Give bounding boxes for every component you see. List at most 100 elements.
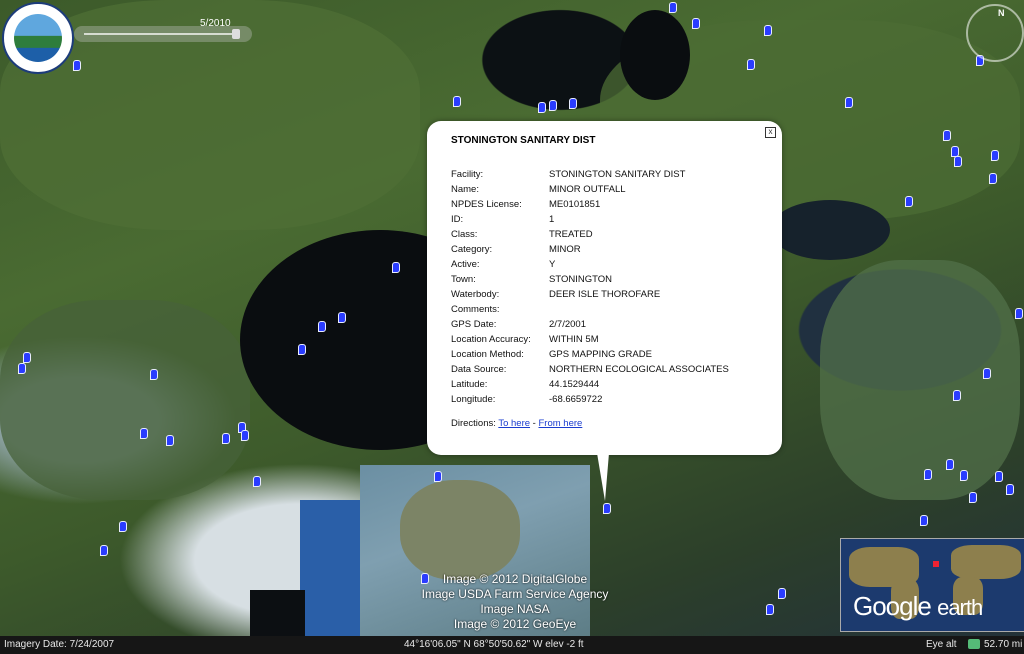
facility-marker-selected[interactable] — [603, 503, 611, 514]
facility-marker[interactable] — [991, 150, 999, 161]
info-field-label: Active: — [451, 259, 480, 270]
info-field-value: WITHIN 5M — [549, 334, 599, 345]
info-field-value: -68.6659722 — [549, 394, 603, 405]
facility-marker[interactable] — [969, 492, 977, 503]
info-row: ID: 1 — [451, 212, 729, 227]
imagery-tile-blue — [300, 500, 360, 636]
info-field-label: Category: — [451, 244, 493, 255]
facility-marker[interactable] — [946, 459, 954, 470]
credit-line: Image © 2012 GeoEye — [453, 617, 577, 631]
facility-marker[interactable] — [778, 588, 786, 599]
info-field-value: ME0101851 — [549, 199, 601, 210]
facility-marker[interactable] — [747, 59, 755, 70]
google-earth-logo-earth: earth — [937, 595, 983, 620]
info-field-label: NPDES License: — [451, 199, 522, 210]
navigation-compass[interactable]: N — [966, 4, 1024, 62]
facility-marker[interactable] — [995, 471, 1003, 482]
facility-marker[interactable] — [989, 173, 997, 184]
directions-separator: - — [532, 418, 536, 429]
facility-marker[interactable] — [764, 25, 772, 36]
facility-marker[interactable] — [150, 369, 158, 380]
directions-from-here-link[interactable]: From here — [538, 418, 582, 429]
info-row: Active: Y — [451, 257, 729, 272]
eye-alt-value: 52.70 mi — [984, 639, 1023, 650]
facility-marker[interactable] — [140, 428, 148, 439]
time-slider-date: 5/2010 — [200, 18, 231, 29]
status-bar: Imagery Date: 7/24/2007 44°16'06.05" N 6… — [0, 636, 1024, 654]
facility-marker[interactable] — [298, 344, 306, 355]
pointer-coordinates: 44°16'06.05" N 68°50'50.62" W elev -2 ft — [404, 639, 584, 650]
info-field-value — [549, 302, 729, 317]
facility-marker[interactable] — [100, 545, 108, 556]
info-field-label: Latitude: — [451, 379, 488, 390]
facility-marker[interactable] — [18, 363, 26, 374]
facility-marker[interactable] — [166, 435, 174, 446]
facility-marker[interactable] — [549, 100, 557, 111]
info-balloon: x STONINGTON SANITARY DIST Facility: STON… — [427, 121, 782, 455]
facility-marker[interactable] — [920, 515, 928, 526]
terrain-patch — [820, 260, 1020, 500]
info-field-value: Y — [549, 259, 556, 270]
time-slider-track[interactable] — [84, 33, 236, 35]
facility-marker[interactable] — [1006, 484, 1014, 495]
facility-marker[interactable] — [924, 469, 932, 480]
facility-marker[interactable] — [23, 352, 31, 363]
compass-north-icon[interactable]: N — [998, 8, 1005, 18]
info-field-value: NORTHERN ECOLOGICAL ASSOCIATES — [549, 364, 729, 375]
facility-marker[interactable] — [392, 262, 400, 273]
info-field-label: Waterbody: — [451, 289, 500, 300]
info-field-label: GPS Date: — [451, 319, 497, 330]
facility-marker[interactable] — [766, 604, 774, 615]
facility-marker[interactable] — [119, 521, 127, 532]
facility-marker[interactable] — [253, 476, 261, 487]
overview-map[interactable]: Google earth — [840, 538, 1024, 632]
directions-row: Directions: To here - From here — [451, 418, 582, 429]
facility-marker[interactable] — [905, 196, 913, 207]
info-field-value: STONINGTON — [549, 274, 612, 285]
facility-marker[interactable] — [318, 321, 326, 332]
facility-marker[interactable] — [434, 471, 442, 482]
maine-dep-logo — [2, 2, 74, 74]
facility-marker[interactable] — [453, 96, 461, 107]
facility-marker[interactable] — [960, 470, 968, 481]
info-row: Data Source: NORTHERN ECOLOGICAL ASSOCIAT… — [451, 362, 729, 377]
facility-marker[interactable] — [983, 368, 991, 379]
info-field-label: Comments: — [451, 304, 500, 315]
water-area — [620, 10, 690, 100]
facility-marker[interactable] — [73, 60, 81, 71]
facility-marker[interactable] — [954, 156, 962, 167]
info-row: Category: MINOR — [451, 242, 729, 257]
info-field-value: GPS MAPPING GRADE — [549, 349, 652, 360]
info-field-value: TREATED — [549, 229, 593, 240]
overview-location-icon — [933, 561, 939, 567]
imagery-tile-dark — [250, 590, 305, 636]
imagery-credits: Image © 2012 DigitalGlobe Image USDA Far… — [410, 572, 620, 632]
facility-marker[interactable] — [692, 18, 700, 29]
info-row: Name: MINOR OUTFALL — [451, 182, 729, 197]
facility-marker[interactable] — [241, 430, 249, 441]
info-field-label: Data Source: — [451, 364, 507, 375]
facility-marker[interactable] — [845, 97, 853, 108]
satellite-map-view[interactable]: 5/2010 N x STONINGTON SANITARY DIST Faci… — [0, 0, 1024, 654]
facility-marker[interactable] — [538, 102, 546, 113]
directions-to-here-link[interactable]: To here — [498, 418, 530, 429]
info-row: GPS Date: 2/7/2001 — [451, 317, 729, 332]
close-icon[interactable]: x — [765, 127, 776, 138]
facility-marker[interactable] — [1015, 308, 1023, 319]
facility-marker[interactable] — [669, 2, 677, 13]
time-slider-thumb[interactable] — [232, 29, 240, 39]
facility-marker[interactable] — [338, 312, 346, 323]
facility-marker[interactable] — [953, 390, 961, 401]
facility-info-table: Facility: STONINGTON SANITARY DIST Name: MI… — [451, 167, 729, 407]
info-row: Location Accuracy: WITHIN 5M — [451, 332, 729, 347]
info-field-label: Name: — [451, 184, 479, 195]
info-field-label: Town: — [451, 274, 476, 285]
info-row: Comments: — [451, 302, 729, 317]
facility-marker[interactable] — [943, 130, 951, 141]
credit-line: Image NASA — [480, 602, 550, 616]
directions-label: Directions: — [451, 418, 496, 429]
facility-marker[interactable] — [569, 98, 577, 109]
balloon-pointer — [597, 453, 609, 501]
info-field-label: Location Method: — [451, 349, 524, 360]
facility-marker[interactable] — [222, 433, 230, 444]
